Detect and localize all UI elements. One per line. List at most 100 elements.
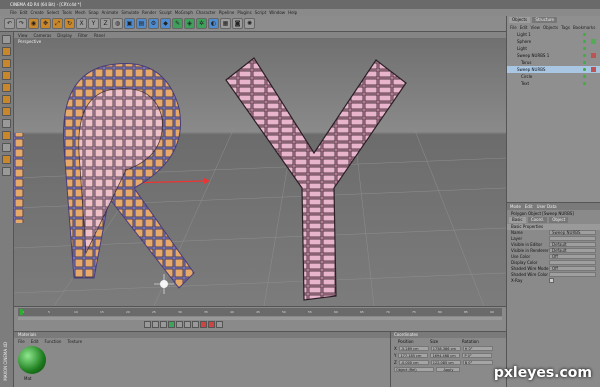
apply-button[interactable]: Apply [436, 367, 460, 372]
subdivision-icon[interactable]: ◈ [184, 18, 195, 29]
shaded-wire-mode-select[interactable]: Off [549, 266, 596, 271]
visibility-dot-icon[interactable] [583, 40, 586, 43]
visibility-dot-icon[interactable] [583, 47, 586, 50]
menu-sculpt[interactable]: Sculpt [159, 10, 172, 15]
tab-objects[interactable]: Objects [509, 17, 531, 23]
material-tag-icon[interactable] [591, 67, 596, 72]
visibility-dot-icon[interactable] [583, 33, 586, 36]
camera-icon[interactable]: ◙ [232, 18, 243, 29]
om-menu-tags[interactable]: Tags [561, 25, 570, 30]
shaded-wire-color-field[interactable] [549, 272, 596, 277]
viewport-menu-cameras[interactable]: Cameras [34, 33, 52, 38]
position-z-field[interactable]: -0.000 cm [398, 360, 429, 365]
om-menu-bookmarks[interactable]: Bookmarks [573, 25, 595, 30]
material-preview-sphere[interactable] [18, 346, 46, 374]
tab-coord[interactable]: Coord. [527, 217, 547, 223]
axis-mode-icon[interactable] [2, 119, 11, 128]
size-z-field[interactable]: 122.085 cm [430, 360, 461, 365]
viewport-menu-panel[interactable]: Panel [94, 33, 105, 38]
undo-icon[interactable]: ↶ [4, 18, 15, 29]
viewport-menu-filter[interactable]: Filter [78, 33, 88, 38]
object-row-light-1[interactable]: Light 1 [507, 31, 600, 38]
visibility-dot-icon[interactable] [583, 68, 586, 71]
am-menu-edit[interactable]: Edit [525, 204, 533, 209]
cube-icon[interactable]: ◆ [160, 18, 171, 29]
workplane-icon[interactable] [2, 71, 11, 80]
material-tag-icon[interactable] [591, 53, 596, 58]
menu-mograph[interactable]: MoGraph [175, 10, 193, 15]
pen-icon[interactable]: ✎ [172, 18, 183, 29]
size-x-field[interactable]: 1758.386 cm [430, 346, 461, 351]
sculpt-icon[interactable] [2, 155, 11, 164]
tweak-mode-icon[interactable] [2, 131, 11, 140]
go-to-end-icon[interactable] [192, 321, 199, 328]
menu-select[interactable]: Select [47, 10, 59, 15]
viewport-menu-view[interactable]: View [18, 33, 28, 38]
y-axis-icon[interactable]: Y [88, 18, 99, 29]
am-menu-user-data[interactable]: User Data [537, 204, 557, 209]
go-to-start-icon[interactable] [144, 321, 151, 328]
tab-object[interactable]: Object [549, 217, 569, 223]
visibility-dot-icon[interactable] [583, 61, 586, 64]
rotation-p-field[interactable]: P 0° [462, 353, 493, 358]
prev-frame-icon[interactable] [160, 321, 167, 328]
visibility-dot-icon[interactable] [583, 75, 586, 78]
timeline-playhead[interactable] [20, 309, 23, 315]
play-icon[interactable] [168, 321, 175, 328]
timeline-range-slider[interactable] [18, 317, 502, 320]
coordinate-mode-select[interactable]: Object (Rel) [394, 367, 434, 372]
record-icon[interactable] [200, 321, 207, 328]
next-key-icon[interactable] [184, 321, 191, 328]
menu-file[interactable]: File [10, 10, 17, 15]
world-icon[interactable]: ◍ [112, 18, 123, 29]
next-frame-icon[interactable] [176, 321, 183, 328]
keyframe-selection-icon[interactable] [216, 321, 223, 328]
menu-help[interactable]: Help [288, 10, 297, 15]
size-y-field[interactable]: 1694.468 cm [430, 353, 461, 358]
visible-renderer-select[interactable]: Default [549, 248, 596, 253]
om-menu-objects[interactable]: Objects [543, 25, 558, 30]
menu-simulate[interactable]: Simulate [121, 10, 139, 15]
object-row-torus[interactable]: Torus [507, 59, 600, 66]
rotate-icon[interactable]: ↻ [64, 18, 75, 29]
menu-tools[interactable]: Tools [62, 10, 72, 15]
om-menu-view[interactable]: View [530, 25, 540, 30]
object-row-light[interactable]: Light [507, 45, 600, 52]
prev-key-icon[interactable] [152, 321, 159, 328]
timeline-ruler[interactable]: 051015202530354045505560657075808590 [18, 308, 502, 316]
menu-plugins[interactable]: Plugins [237, 10, 251, 15]
visible-editor-select[interactable]: Default [549, 242, 596, 247]
points-mode-icon[interactable] [2, 83, 11, 92]
menu-animate[interactable]: Animate [102, 10, 119, 15]
use-color-select[interactable]: Off [549, 254, 596, 259]
polygons-mode-icon[interactable] [2, 107, 11, 116]
timeline[interactable]: 051015202530354045505560657075808590 [14, 306, 506, 331]
menu-script[interactable]: Script [255, 10, 267, 15]
lock-workplane-icon[interactable] [2, 167, 11, 176]
menu-edit[interactable]: Edit [20, 10, 28, 15]
move-icon[interactable]: ✥ [40, 18, 51, 29]
om-menu-file[interactable]: File [510, 25, 517, 30]
texture-mode-icon[interactable] [2, 59, 11, 68]
deformer-icon[interactable]: ◐ [208, 18, 219, 29]
light-icon[interactable]: ✺ [244, 18, 255, 29]
menu-mesh[interactable]: Mesh [75, 10, 86, 15]
tab-structure[interactable]: Structure [532, 17, 558, 23]
rotation-h-field[interactable]: H 0° [462, 346, 493, 351]
render-settings-icon[interactable]: ⚙ [148, 18, 159, 29]
object-row-sweep-nurbs[interactable]: Sweep NURBS [507, 66, 600, 73]
object-row-sphere[interactable]: Sphere [507, 38, 600, 45]
array-icon[interactable]: ✲ [196, 18, 207, 29]
object-row-circle[interactable]: Circle [507, 73, 600, 80]
material-menu-edit[interactable]: Edit [31, 339, 39, 344]
object-row-text[interactable]: Text [507, 80, 600, 87]
material-menu-function[interactable]: Function [44, 339, 61, 344]
render-view-icon[interactable]: ▣ [124, 18, 135, 29]
position-x-field[interactable]: -5.289 cm [398, 346, 429, 351]
name-field[interactable]: Sweep NURBS [549, 230, 596, 235]
menu-character[interactable]: Character [196, 10, 216, 15]
material-name[interactable]: Mat [24, 376, 31, 381]
x-axis-icon[interactable]: X [76, 18, 87, 29]
viewport-menu-display[interactable]: Display [57, 33, 72, 38]
tab-basic[interactable]: Basic [509, 217, 526, 223]
